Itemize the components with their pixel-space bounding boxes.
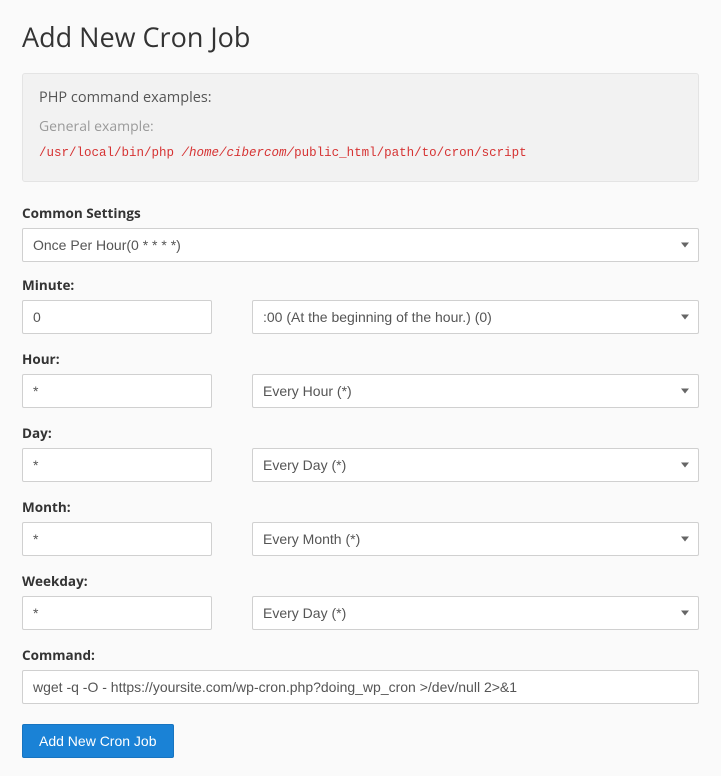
day-select[interactable]: Every Day (*) (252, 448, 699, 482)
minute-select[interactable]: :00 (At the beginning of the hour.) (0) (252, 300, 699, 334)
common-settings-select[interactable]: Once Per Hour(0 * * * *) (22, 228, 699, 262)
hour-input[interactable] (22, 374, 212, 408)
minute-input[interactable] (22, 300, 212, 334)
weekday-select-wrap: Every Day (*) (252, 596, 699, 630)
month-select[interactable]: Every Month (*) (252, 522, 699, 556)
month-group: Month: Every Month (*) (22, 498, 699, 556)
month-select-wrap: Every Month (*) (252, 522, 699, 556)
minute-select-wrap: :00 (At the beginning of the hour.) (0) (252, 300, 699, 334)
page-title: Add New Cron Job (22, 18, 699, 55)
example-box: PHP command examples: General example: /… (22, 73, 699, 182)
day-select-wrap: Every Day (*) (252, 448, 699, 482)
minute-group: Minute: :00 (At the beginning of the hou… (22, 276, 699, 334)
form-container: Add New Cron Job PHP command examples: G… (0, 0, 721, 776)
hour-select-wrap: Every Hour (*) (252, 374, 699, 408)
code-segment: /usr/local/bin/php (39, 146, 182, 160)
weekday-input[interactable] (22, 596, 212, 630)
weekday-label: Weekday: (22, 572, 699, 590)
common-settings-label: Common Settings (22, 204, 699, 222)
example-title: PHP command examples: (39, 88, 682, 107)
code-segment-italic: /home/cibercom/ (182, 146, 295, 160)
code-segment: public_html/path/to/cron/script (294, 146, 527, 160)
day-group: Day: Every Day (*) (22, 424, 699, 482)
month-label: Month: (22, 498, 699, 516)
command-input[interactable] (22, 670, 699, 704)
hour-group: Hour: Every Hour (*) (22, 350, 699, 408)
minute-label: Minute: (22, 276, 699, 294)
example-subtitle: General example: (39, 117, 682, 136)
hour-select[interactable]: Every Hour (*) (252, 374, 699, 408)
submit-button[interactable]: Add New Cron Job (22, 724, 174, 758)
month-input[interactable] (22, 522, 212, 556)
weekday-select[interactable]: Every Day (*) (252, 596, 699, 630)
day-label: Day: (22, 424, 699, 442)
common-settings-group: Common Settings Once Per Hour(0 * * * *) (22, 204, 699, 262)
example-code: /usr/local/bin/php /home/cibercom/public… (39, 144, 682, 163)
common-settings-select-wrap: Once Per Hour(0 * * * *) (22, 228, 699, 262)
weekday-group: Weekday: Every Day (*) (22, 572, 699, 630)
command-group: Command: (22, 646, 699, 704)
command-label: Command: (22, 646, 699, 664)
hour-label: Hour: (22, 350, 699, 368)
day-input[interactable] (22, 448, 212, 482)
